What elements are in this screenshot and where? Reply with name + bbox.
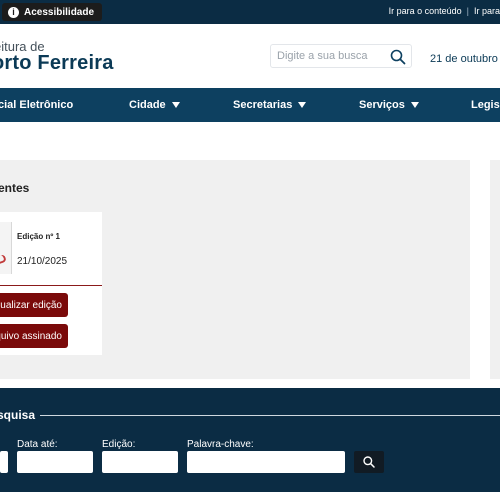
current-date: 21 de outubro d — [430, 53, 500, 65]
chevron-down-icon — [298, 102, 307, 108]
nav-item-diario-oficial[interactable]: cial Eletrônico — [0, 99, 73, 111]
accessibility-label: Acessibilidade — [24, 6, 95, 18]
nav-item-label: Legisl — [471, 99, 500, 111]
signed-file-label: quivo assinado — [0, 330, 62, 342]
date-to-label: Data até: — [17, 439, 58, 450]
search-input[interactable] — [271, 45, 386, 67]
site-header: eitura de orto Ferreira 21 de outubro d — [0, 24, 500, 88]
signed-file-button[interactable]: quivo assinado — [0, 324, 68, 348]
accessibility-bar: i Acessibilidade Ir para o conteúdo | Ir… — [0, 0, 500, 24]
date-to-field[interactable] — [17, 451, 93, 473]
site-search — [270, 44, 412, 68]
edition-field[interactable] — [102, 451, 178, 473]
pdf-thumbnail-icon[interactable] — [0, 222, 12, 274]
accessibility-button[interactable]: i Acessibilidade — [2, 3, 103, 21]
nav-item-label: Serviços — [359, 99, 405, 111]
keyword-field[interactable] — [187, 451, 345, 473]
nav-item-label: Cidade — [129, 99, 166, 111]
nav-item-cidade[interactable]: Cidade — [129, 99, 180, 111]
search-icon — [363, 456, 375, 468]
edition-card: Edição nº 1 21/10/2025 ualizar edição qu… — [0, 212, 102, 355]
nav-item-secretarias[interactable]: Secretarias — [233, 99, 307, 111]
search-divider — [40, 415, 500, 416]
nav-item-servicos[interactable]: Serviços — [359, 99, 419, 111]
search-section: squisa Data até: Edição: Palavra-chave: — [0, 388, 500, 492]
nav-item-label: Secretarias — [233, 99, 293, 111]
side-panel — [490, 160, 500, 379]
card-divider — [0, 285, 102, 286]
nav-item-label: cial Eletrônico — [0, 99, 74, 111]
skip-to-content-link[interactable]: Ir para o conteúdo — [389, 6, 462, 16]
edition-date: 21/10/2025 — [17, 256, 68, 267]
bottom-strip — [0, 492, 500, 500]
edition-label: Edição: — [102, 439, 136, 450]
search-icon[interactable] — [389, 48, 407, 66]
keyword-label: Palavra-chave: — [187, 439, 254, 450]
skip-links: Ir para o conteúdo | Ir para — [389, 6, 500, 16]
edition-number: Edição nº 1 — [17, 232, 60, 241]
page: i Acessibilidade Ir para o conteúdo | Ir… — [0, 0, 500, 500]
chevron-down-icon — [171, 102, 180, 108]
skip-links-separator: | — [466, 6, 469, 16]
skip-to-menu-link[interactable]: Ir para — [474, 6, 500, 16]
date-from-field[interactable] — [0, 451, 8, 473]
section-title: entes — [0, 181, 30, 195]
nav-item-legislacao[interactable]: Legisl — [471, 99, 500, 111]
main-nav: cial Eletrônico Cidade Secretarias Servi… — [0, 88, 500, 122]
brand-name[interactable]: orto Ferreira — [0, 52, 114, 75]
view-edition-label: ualizar edição — [0, 299, 62, 311]
view-edition-button[interactable]: ualizar edição — [0, 293, 68, 317]
chevron-down-icon — [410, 102, 419, 108]
accessibility-icon: i — [8, 6, 19, 18]
search-heading: squisa — [0, 408, 36, 422]
search-submit-button[interactable] — [354, 451, 384, 473]
